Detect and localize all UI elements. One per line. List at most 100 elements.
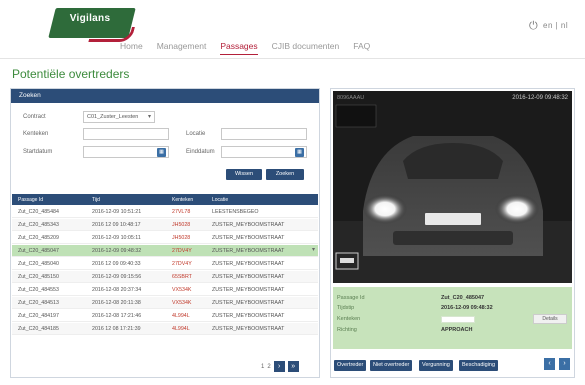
table-header: Passage Id Tijd Kenteken Locatie	[12, 194, 318, 205]
locatie-cell: ZUSTER_MEYBOOMSTRAAT	[212, 235, 285, 241]
pagination: 1 2 › »	[261, 361, 299, 372]
passage-id-cell: Zut_C20_484185	[18, 326, 59, 332]
calendar-icon[interactable]: ▦	[295, 148, 304, 157]
tijdstip-label: Tijdstip	[337, 305, 355, 311]
locatie-cell: ZUSTER_MEYBOOMSTRAAT	[212, 326, 285, 332]
locatie-cell: LEESTENSBEGEO	[212, 209, 259, 215]
nav-cjib-documenten[interactable]: CJIB documenten	[272, 41, 340, 55]
tijd-cell: 2016 12 08 17:21:39	[92, 326, 141, 332]
passage-id-cell: Zut_C20_484513	[18, 300, 59, 306]
logo-text: Vigilans	[69, 13, 111, 24]
col-locatie[interactable]: Locatie	[212, 197, 228, 203]
contract-select[interactable]: C01_Zuster_Leesten	[83, 111, 155, 123]
table-row[interactable]: Zut_C20_485150 2016-12-09 09:15:56 65SBRT Z…	[12, 271, 318, 283]
vigilans-logo[interactable]: Vigilans	[48, 8, 136, 38]
overtreder-button[interactable]: Overtreder	[334, 360, 367, 371]
image-timestamp: 2016-12-09 09:48:32	[512, 95, 568, 101]
passage-id-cell: Zut_C20_484553	[18, 287, 59, 293]
page-title: Potentiële overtreders	[12, 67, 130, 81]
detail-panel: 8096AAAU 2016-12-09 09:48:32 Passage Id …	[330, 88, 575, 378]
next-button[interactable]: ›	[559, 358, 570, 370]
locatie-cell: ZUSTER_MEYBOOMSTRAAT	[212, 261, 285, 267]
last-page-button[interactable]: »	[287, 361, 299, 372]
passage-id-cell: Zut_C20_485343	[18, 222, 59, 228]
app-page: Vigilans ⏻ en | nl Home Management Passa…	[0, 0, 585, 385]
previous-button[interactable]: ‹	[544, 358, 555, 370]
header-divider	[0, 58, 585, 59]
camera-id: 8096AAAU	[337, 95, 365, 101]
table-row[interactable]: Zut_C20_484185 2016 12 08 17:21:39 4L994L Z…	[12, 323, 318, 335]
tijd-cell: 2016 12 09 10:48:17	[92, 222, 141, 228]
col-kenteken[interactable]: Kenteken	[172, 197, 193, 203]
kenteken-cell: VX534K	[172, 300, 192, 306]
search-panel-title: Zoeken	[11, 89, 319, 103]
kenteken-cell: VX534K	[172, 287, 192, 293]
kenteken-cell: JH5028	[172, 235, 191, 241]
nav-management[interactable]: Management	[157, 41, 207, 55]
locatie-cell: ZUSTER_MEYBOOMSTRAAT	[212, 222, 285, 228]
page-1[interactable]: 1	[261, 364, 264, 370]
wissen-button[interactable]: Wissen	[226, 169, 262, 180]
table-row[interactable]: Zut_C20_485343 2016 12 09 10:48:17 JH5028 Z…	[12, 219, 318, 231]
niet-overtreder-button[interactable]: Niet overtreder	[370, 360, 413, 371]
tijd-cell: 2016-12-08 20:11:38	[92, 300, 141, 306]
kenteken-input[interactable]	[83, 128, 169, 140]
einddatum-label: Einddatum	[186, 149, 215, 155]
startdatum-label: Startdatum	[23, 149, 53, 155]
language-switch[interactable]: en | nl	[543, 21, 568, 30]
passage-info: Passage Id Zut_C20_485047 Tijdstip 2016-…	[333, 287, 572, 349]
passage-id-cell: Zut_C20_485209	[18, 235, 59, 241]
beschadiging-button[interactable]: Beschadiging	[459, 360, 499, 371]
power-icon[interactable]: ⏻	[529, 20, 538, 33]
tijd-cell: 2016-12-09 09:15:56	[92, 274, 142, 280]
table-row[interactable]: Zut_C20_485047 2016-12-09 09:48:32 27DV4Y Z…	[12, 245, 318, 257]
table-row[interactable]: Zut_C20_484513 2016-12-08 20:11:38 VX534K Z…	[12, 297, 318, 309]
tijd-cell: 2016-12-09 09:48:32	[92, 248, 142, 254]
vergunning-button[interactable]: Vergunning	[419, 360, 453, 371]
kenteken-value	[441, 316, 475, 323]
car-photo	[333, 91, 572, 283]
kenteken-cell: 65SBRT	[172, 274, 192, 280]
locatie-cell: ZUSTER_MEYBOOMSTRAAT	[212, 300, 285, 306]
table-row[interactable]: Zut_C20_485209 2016-12-09 10:05:11 JH5028 Z…	[12, 232, 318, 244]
nav-passages[interactable]: Passages	[220, 41, 258, 55]
kenteken-label: Kenteken	[337, 316, 361, 322]
details-button[interactable]: Details	[533, 314, 567, 324]
locatie-input[interactable]	[221, 128, 307, 140]
col-passage-id[interactable]: Passage Id	[18, 197, 43, 203]
tijd-cell: 2016-12-09 10:51:21	[92, 209, 142, 215]
locatie-cell: ZUSTER_MEYBOOMSTRAAT	[212, 313, 285, 319]
table-row[interactable]: Zut_C20_484553 2016-12-08 20:37:34 VX534K Z…	[12, 284, 318, 296]
main-nav: Home Management Passages CJIB documenten…	[120, 41, 370, 55]
zoeken-button[interactable]: Zoeken	[266, 169, 304, 180]
passage-id-cell: Zut_C20_484197	[18, 313, 59, 319]
kenteken-cell: 27VL78	[172, 209, 191, 215]
search-panel: Zoeken Contract C01_Zuster_Leesten Kente…	[10, 88, 320, 378]
kenteken-cell: 4L994L	[172, 326, 190, 332]
calendar-icon[interactable]: ▦	[157, 148, 166, 157]
table-row[interactable]: Zut_C20_485040 2016 12 09 09:40:33 27DV4Y Z…	[12, 258, 318, 270]
page-2[interactable]: 2	[267, 364, 270, 370]
nav-home[interactable]: Home	[120, 41, 143, 55]
locatie-cell: ZUSTER_MEYBOOMSTRAAT	[212, 248, 285, 254]
kenteken-cell: 4L994L	[172, 313, 190, 319]
tijd-cell: 2016-12-08 17:21:46	[92, 313, 142, 319]
passage-id-cell: Zut_C20_485484	[18, 209, 59, 215]
passage-id-label: Passage Id	[337, 295, 365, 301]
locatie-cell: ZUSTER_MEYBOOMSTRAAT	[212, 287, 285, 293]
kenteken-cell: JH5028	[172, 222, 191, 228]
table-row[interactable]: Zut_C20_485484 2016-12-09 10:51:21 27VL78 L…	[12, 206, 318, 218]
col-tijd[interactable]: Tijd	[92, 197, 100, 203]
contract-label: Contract	[23, 114, 46, 120]
kenteken-label: Kenteken	[23, 131, 49, 137]
passage-id-cell: Zut_C20_485150	[18, 274, 59, 280]
passage-id-cell: Zut_C20_485047	[18, 248, 59, 254]
next-page-button[interactable]: ›	[273, 361, 285, 372]
tijd-cell: 2016-12-08 20:37:34	[92, 287, 142, 293]
table-row[interactable]: Zut_C20_484197 2016-12-08 17:21:46 4L994L Z…	[12, 310, 318, 322]
passage-id-cell: Zut_C20_485040	[18, 261, 59, 267]
kenteken-cell: 27DV4Y	[172, 261, 192, 267]
kenteken-cell: 27DV4Y	[172, 248, 192, 254]
tijdstip-value: 2016-12-09 09:48:32	[441, 305, 493, 311]
nav-faq[interactable]: FAQ	[353, 41, 370, 55]
